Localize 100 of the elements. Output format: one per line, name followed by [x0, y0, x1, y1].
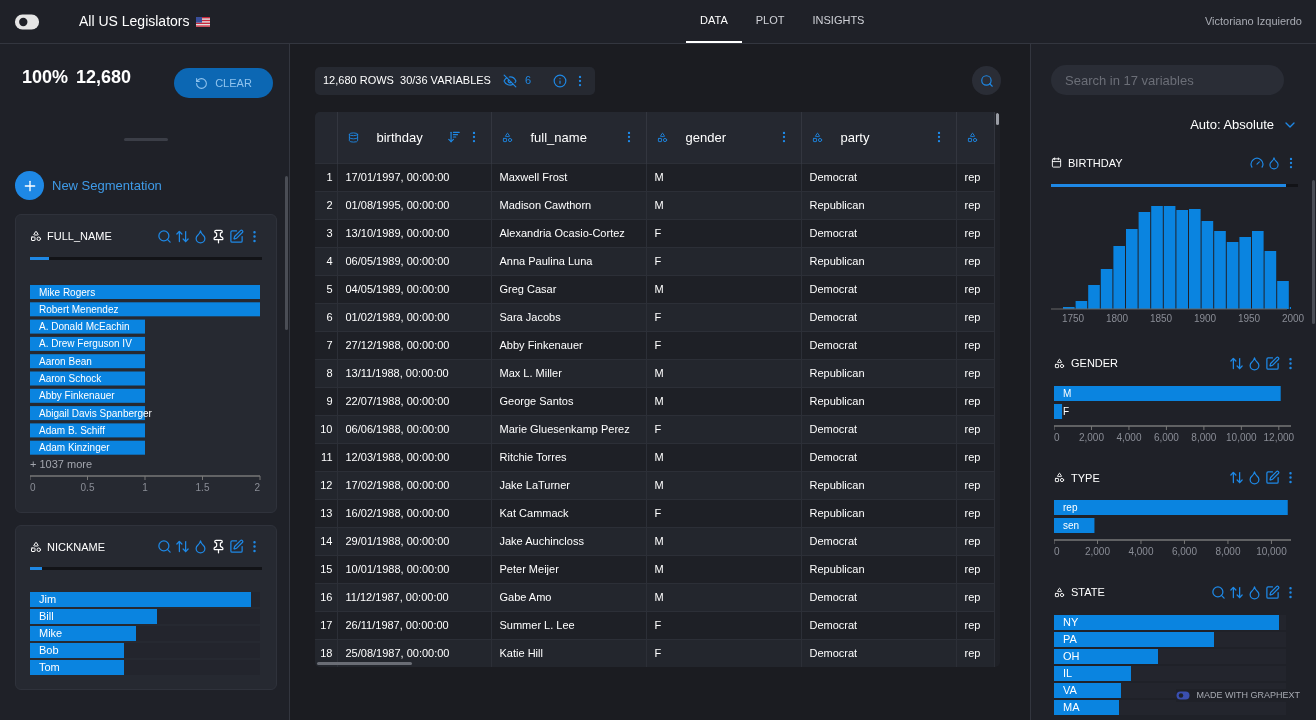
edit-icon[interactable]: [229, 228, 244, 244]
logo-icon: [14, 12, 40, 31]
scrollbar[interactable]: [1312, 180, 1315, 324]
column-title: full_name: [530, 128, 587, 147]
edit-icon[interactable]: [1265, 470, 1280, 486]
reset-icon: [195, 76, 209, 90]
edit-icon[interactable]: [1265, 355, 1280, 371]
info-icon[interactable]: [553, 73, 568, 88]
histogram-bar[interactable]: [1163, 206, 1176, 309]
sort-icon[interactable]: [1229, 584, 1244, 600]
y-tick-label: Adam B. Schiff: [39, 424, 106, 436]
histogram-bar[interactable]: [1100, 269, 1113, 309]
scale-selector[interactable]: Auto: Absolute: [1190, 115, 1274, 135]
labeled-bar[interactable]: Abby Finkenauer: [30, 388, 145, 403]
axis-tick-label: 4,000: [1128, 546, 1154, 557]
histogram-bar[interactable]: [1264, 251, 1277, 309]
labeled-bar[interactable]: Mike Rogers: [30, 284, 260, 299]
add-segmentation-button[interactable]: [15, 171, 44, 200]
droplet-icon[interactable]: [193, 228, 208, 244]
shapes-icon: [1054, 586, 1065, 598]
clear-button[interactable]: CLEAR: [174, 68, 273, 98]
axis-tick-label: 6,000: [1153, 431, 1179, 443]
search-button[interactable]: [972, 66, 1001, 95]
axis-tick-label: 8,000: [1191, 431, 1217, 443]
database-icon: [347, 131, 359, 143]
axis-tick-label: 1: [142, 481, 148, 493]
pin-icon[interactable]: [211, 539, 226, 555]
pin-icon[interactable]: [211, 228, 226, 244]
axis-tick-label: 6,000: [1171, 546, 1197, 557]
shapes-icon: [656, 131, 668, 143]
search-field[interactable]: Search in 17 variables: [1051, 65, 1284, 95]
project-title: All US Legislators: [79, 12, 190, 31]
axis-tick-label: 1900: [1193, 312, 1217, 326]
droplet-icon[interactable]: [1247, 584, 1262, 600]
axis-tick-label: 10,000: [1226, 431, 1257, 443]
axis-tick-label: 1850: [1149, 312, 1173, 326]
sort-icon[interactable]: [1229, 470, 1244, 486]
droplet-icon[interactable]: [1247, 470, 1262, 486]
category-bar[interactable]: Jim: [30, 592, 251, 607]
sort-icon[interactable]: [1229, 355, 1244, 371]
edit-icon[interactable]: [229, 539, 244, 555]
horizontal-scrollbar[interactable]: [317, 662, 412, 665]
category-bar[interactable]: OH: [1054, 648, 1159, 664]
sort-icon[interactable]: [446, 130, 461, 145]
y-tick-label: F: [1063, 405, 1070, 417]
labeled-bar[interactable]: sen: [1054, 518, 1095, 533]
table-cell: Katie Hill: [491, 639, 646, 667]
labeled-bar[interactable]: rep: [1054, 500, 1288, 515]
nav-tab[interactable]: PLOT: [741, 0, 799, 43]
labeled-bar[interactable]: Adam Kinzinger: [30, 440, 145, 455]
y-tick-label: A. Drew Ferguson IV: [39, 337, 133, 349]
shapes-icon: [30, 540, 42, 553]
search-icon: [979, 73, 994, 88]
axis-tick-label: 12,000: [1263, 431, 1294, 443]
labeled-bar[interactable]: A. Drew Ferguson IV: [30, 336, 145, 351]
search-icon[interactable]: [1211, 584, 1226, 600]
axis-tick-label: 0: [30, 481, 36, 493]
more-count[interactable]: + 1037 more: [30, 457, 93, 470]
axis-tick-label: 1800: [1105, 312, 1129, 326]
histogram-bar[interactable]: [1201, 221, 1214, 309]
percent-value: 100%: [22, 66, 69, 89]
droplet-icon[interactable]: [193, 539, 208, 555]
sort-icon[interactable]: [175, 539, 190, 555]
edit-icon[interactable]: [1265, 584, 1280, 600]
category-bar[interactable]: MA: [1054, 699, 1119, 715]
search-icon[interactable]: [157, 228, 172, 244]
count-value: 12,680: [76, 66, 132, 89]
shapes-icon: [1054, 472, 1065, 484]
labeled-bar[interactable]: Robert Menendez: [30, 301, 260, 316]
category-bar[interactable]: Bill: [30, 609, 157, 624]
labeled-bar[interactable]: A. Donald McEachin: [30, 319, 145, 334]
category-bar[interactable]: Tom: [30, 660, 125, 675]
histogram-bar[interactable]: [1138, 212, 1151, 309]
labeled-bar[interactable]: M: [1054, 385, 1281, 401]
category-bar[interactable]: VA: [1054, 682, 1122, 698]
droplet-icon[interactable]: [1247, 355, 1262, 371]
droplet-icon[interactable]: [1267, 155, 1281, 170]
category-bar[interactable]: IL: [1054, 665, 1131, 681]
histogram-bar[interactable]: [1226, 242, 1239, 309]
histogram-bar[interactable]: [1075, 301, 1088, 309]
sort-icon[interactable]: [175, 228, 190, 244]
axis-tick-label: 2000: [1281, 312, 1305, 326]
category-bar[interactable]: NY: [1054, 614, 1280, 630]
category-bar[interactable]: Bob: [30, 643, 125, 658]
labeled-bar[interactable]: Aaron Schock: [30, 371, 145, 385]
search-icon[interactable]: [157, 539, 172, 555]
gauge-icon[interactable]: [1250, 155, 1264, 170]
axis-tick-label: 0: [1054, 431, 1060, 443]
labeled-bar[interactable]: Adam B. Schiff: [30, 422, 145, 437]
hidden-count[interactable]: 6: [524, 72, 532, 89]
vertical-scrollbar[interactable]: [996, 113, 999, 125]
new-segmentation-link[interactable]: New Segmentation: [52, 175, 162, 196]
y-tick-label: Robert Menendez: [39, 303, 119, 315]
category-bar[interactable]: PA: [1054, 631, 1215, 647]
nav-tab[interactable]: INSIGHTS: [798, 0, 879, 43]
eye-off-icon[interactable]: [502, 73, 517, 88]
user-name[interactable]: Victoriano Izquierdo: [1204, 13, 1302, 30]
category-bar[interactable]: Mike: [30, 626, 136, 641]
labeled-bar[interactable]: Aaron Bean: [30, 353, 145, 368]
table-summary: 12,680 ROWS 30/36 VARIABLES: [323, 73, 491, 89]
